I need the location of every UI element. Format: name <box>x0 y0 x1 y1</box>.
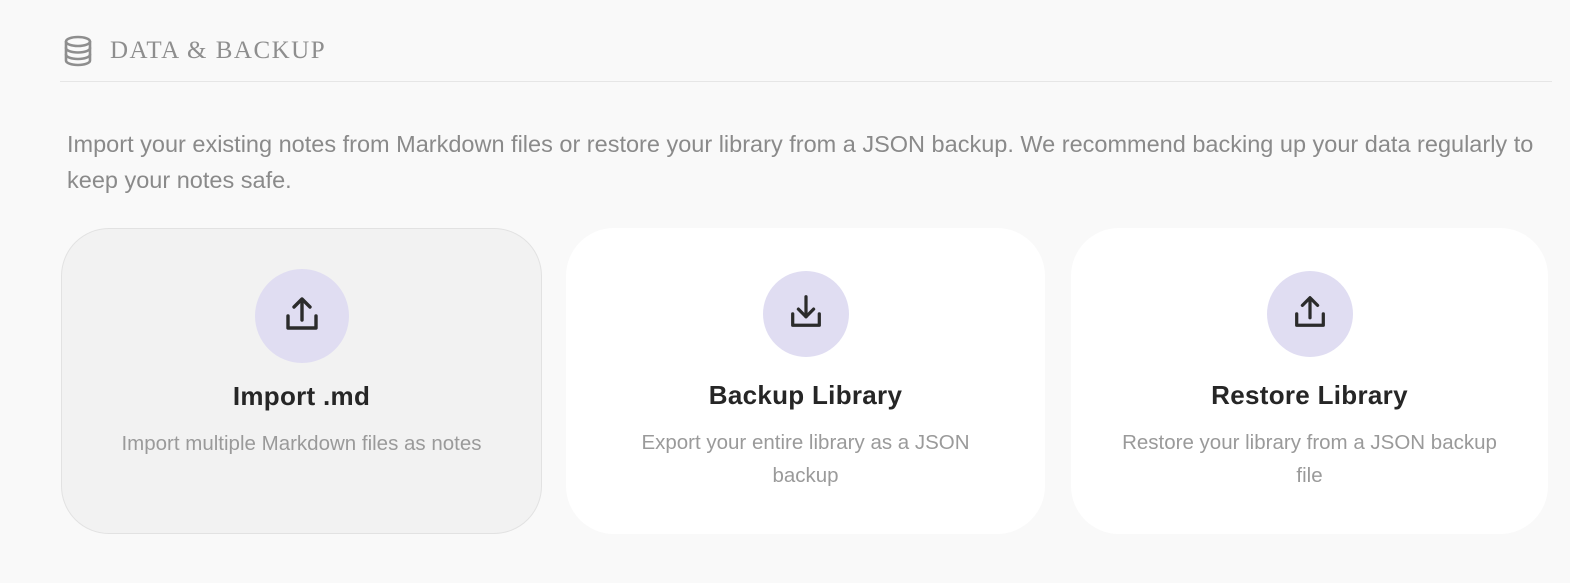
database-icon <box>62 34 94 68</box>
restore-library-description: Restore your library from a JSON backup … <box>1122 431 1497 487</box>
section-description: Import your existing notes from Markdown… <box>67 131 1534 193</box>
section-header: DATA & BACKUP <box>62 32 326 70</box>
section-divider <box>60 81 1552 82</box>
data-backup-panel: DATA & BACKUP Import your existing notes… <box>0 0 1570 583</box>
section-title: DATA & BACKUP <box>110 37 327 64</box>
restore-icon-circle <box>1266 271 1353 357</box>
import-md-description: Import multiple Markdown files as notes <box>121 432 482 455</box>
backup-library-card[interactable]: Backup Library Export your entire librar… <box>566 228 1045 534</box>
import-icon-circle <box>254 269 349 363</box>
download-icon <box>787 293 825 336</box>
restore-library-card[interactable]: Restore Library Restore your library fro… <box>1071 228 1548 534</box>
backup-library-description: Export your entire library as a JSON bac… <box>641 431 970 487</box>
restore-library-title: Restore Library <box>1211 380 1408 410</box>
backup-icon-circle <box>762 271 849 357</box>
import-md-title: Import .md <box>232 381 371 411</box>
import-md-card[interactable]: Import .md Import multiple Markdown file… <box>61 228 542 534</box>
upload-icon <box>282 294 322 339</box>
backup-library-title: Backup Library <box>708 380 903 410</box>
upload-icon <box>1291 293 1329 336</box>
